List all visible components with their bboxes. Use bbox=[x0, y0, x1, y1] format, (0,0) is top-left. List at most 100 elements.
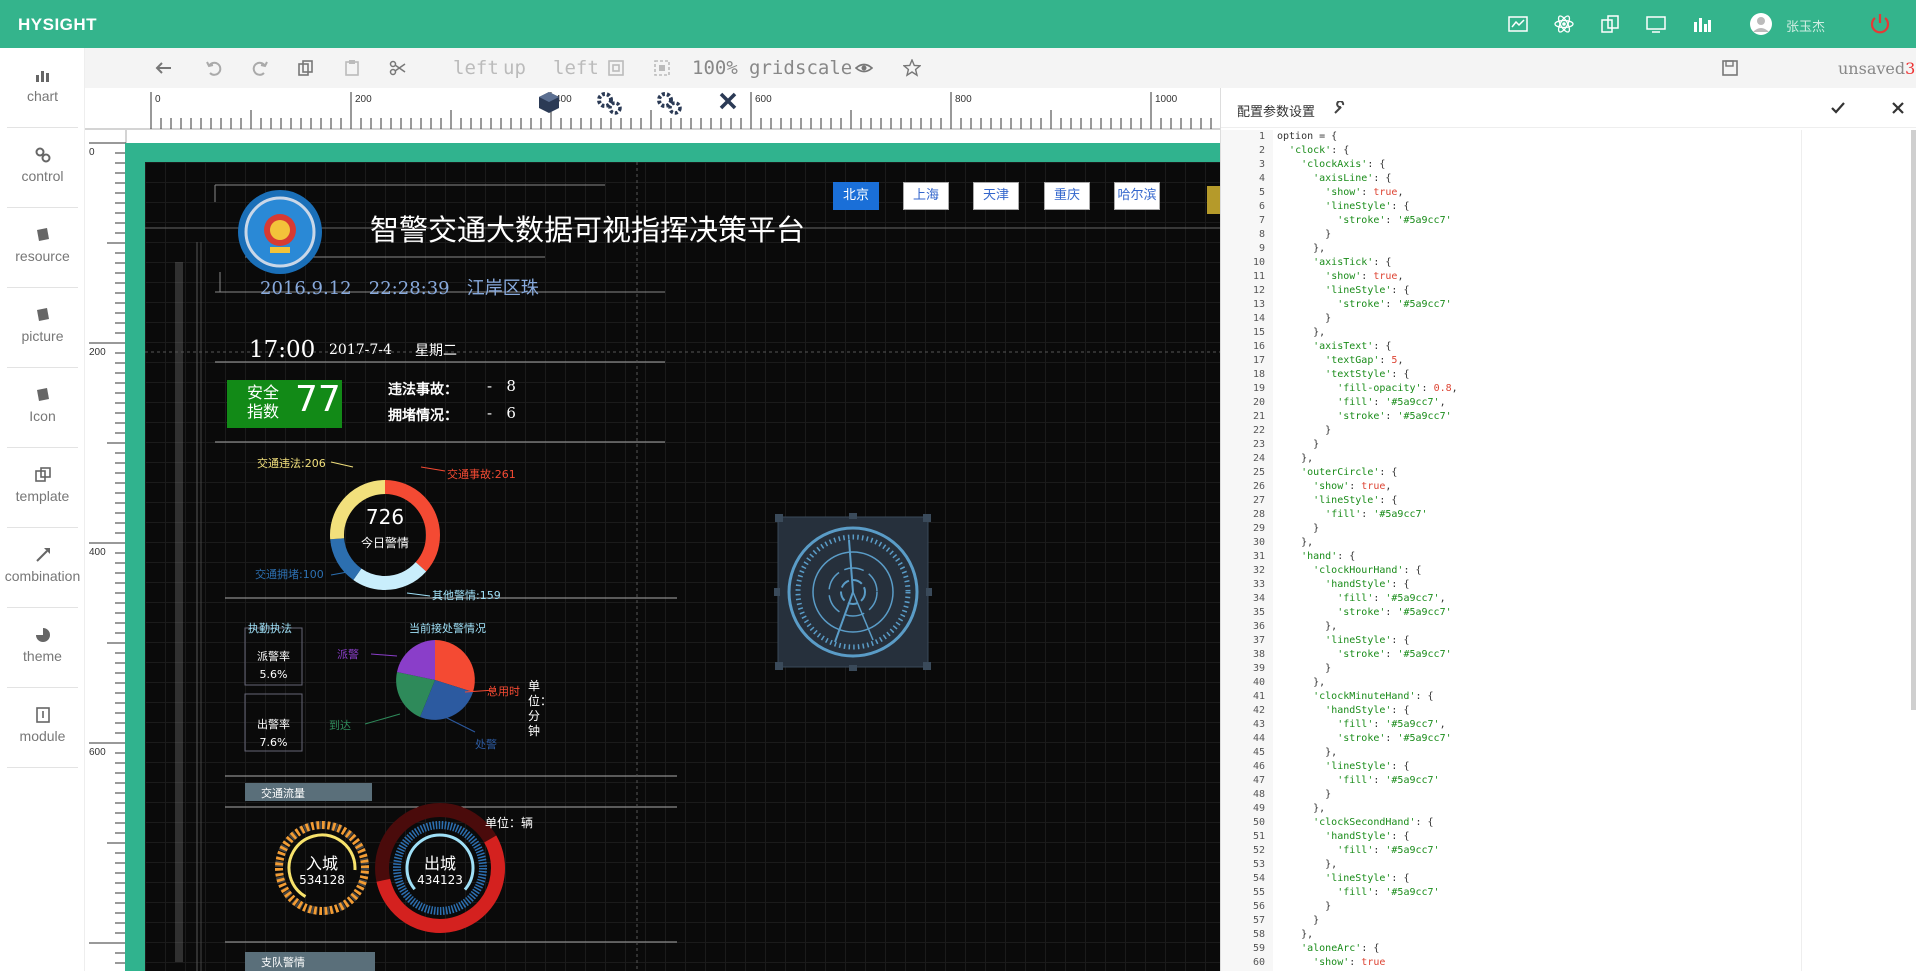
sidebar-item-resource[interactable]: resource bbox=[0, 208, 85, 288]
code-line[interactable]: }, bbox=[1277, 802, 1887, 816]
code-line[interactable]: }, bbox=[1277, 676, 1887, 690]
code-line[interactable]: 'lineStyle': { bbox=[1277, 872, 1887, 886]
ruler-top[interactable]: 0 200 400 600 800 1000 bbox=[85, 88, 1252, 130]
code-line[interactable]: 'handStyle': { bbox=[1277, 830, 1887, 844]
code-line[interactable]: 'stroke': '#5a9cc7' bbox=[1277, 732, 1887, 746]
code-line[interactable]: 'fill': '#5a9cc7', bbox=[1277, 592, 1887, 606]
align-up-button[interactable]: up bbox=[503, 57, 526, 79]
code-line[interactable]: } bbox=[1277, 438, 1887, 452]
code-line[interactable]: 'axisTick': { bbox=[1277, 256, 1887, 270]
zoom-level[interactable]: 100% bbox=[692, 57, 738, 79]
city-tab[interactable]: 上海 bbox=[903, 182, 949, 210]
code-line[interactable]: } bbox=[1277, 914, 1887, 928]
code-line[interactable]: 'stroke': '#5a9cc7' bbox=[1277, 214, 1887, 228]
code-line[interactable]: 'handStyle': { bbox=[1277, 704, 1887, 718]
code-line[interactable]: 'clockHourHand': { bbox=[1277, 564, 1887, 578]
sidebar-item-control[interactable]: control bbox=[0, 128, 85, 208]
redo-icon[interactable] bbox=[251, 59, 269, 77]
align-left-button[interactable]: left bbox=[453, 57, 499, 79]
code-line[interactable]: } bbox=[1277, 900, 1887, 914]
code-line[interactable]: }, bbox=[1277, 928, 1887, 942]
fit-icon[interactable] bbox=[607, 59, 625, 77]
atom-icon[interactable] bbox=[1554, 14, 1574, 34]
code-line[interactable]: 'clockAxis': { bbox=[1277, 158, 1887, 172]
code-line[interactable]: 'show': true, bbox=[1277, 186, 1887, 200]
star-icon[interactable] bbox=[903, 59, 921, 77]
editor-scrollbar[interactable] bbox=[1911, 130, 1916, 710]
code-line[interactable]: 'hand': { bbox=[1277, 550, 1887, 564]
code-line[interactable]: 'axisLine': { bbox=[1277, 172, 1887, 186]
code-line[interactable]: 'lineStyle': { bbox=[1277, 634, 1887, 648]
close-icon[interactable] bbox=[1891, 101, 1905, 115]
settings-icon[interactable] bbox=[597, 92, 622, 115]
code-line[interactable]: } bbox=[1277, 312, 1887, 326]
code-line[interactable]: 'aloneArc': { bbox=[1277, 942, 1887, 956]
settings-alt-icon[interactable] bbox=[657, 92, 682, 115]
code-line[interactable]: 'lineStyle': { bbox=[1277, 494, 1887, 508]
code-line[interactable]: 'stroke': '#5a9cc7' bbox=[1277, 606, 1887, 620]
code-line[interactable]: 'axisText': { bbox=[1277, 340, 1887, 354]
code-line[interactable]: 'lineStyle': { bbox=[1277, 200, 1887, 214]
code-line[interactable]: 'fill': '#5a9cc7', bbox=[1277, 396, 1887, 410]
code-line[interactable]: }, bbox=[1277, 746, 1887, 760]
code-line[interactable]: 'lineStyle': { bbox=[1277, 284, 1887, 298]
code-line[interactable]: }, bbox=[1277, 536, 1887, 550]
code-line[interactable]: 'clock': { bbox=[1277, 144, 1887, 158]
dashboard-canvas[interactable]: 智警交通大数据可视指挥决策平台 2016.9.12 22:28:39 江岸区珠 … bbox=[145, 162, 1220, 971]
city-tab[interactable]: 北京 bbox=[833, 182, 879, 210]
sidebar-item-combination[interactable]: combination bbox=[0, 528, 85, 608]
code-line[interactable]: } bbox=[1277, 228, 1887, 242]
arrow-left-icon[interactable] bbox=[155, 59, 173, 77]
avatar[interactable] bbox=[1750, 13, 1772, 35]
code-line[interactable]: 'show': true bbox=[1277, 956, 1887, 970]
code-line[interactable]: 'clockSecondHand': { bbox=[1277, 816, 1887, 830]
code-line[interactable]: } bbox=[1277, 424, 1887, 438]
sidebar-item-module[interactable]: module bbox=[0, 688, 85, 768]
check-icon[interactable] bbox=[1831, 101, 1845, 115]
grid-toggle[interactable]: grid bbox=[749, 57, 795, 79]
city-tab[interactable]: 天津 bbox=[973, 182, 1019, 210]
code-editor[interactable]: option = { 'clock': { 'clockAxis': { 'ax… bbox=[1277, 130, 1887, 971]
sidebar-item-theme[interactable]: theme bbox=[0, 608, 85, 688]
paste-icon[interactable] bbox=[343, 59, 361, 77]
code-line[interactable]: }, bbox=[1277, 620, 1887, 634]
code-line[interactable]: 'fill': '#5a9cc7' bbox=[1277, 508, 1887, 522]
monitor-icon[interactable] bbox=[1646, 14, 1666, 34]
code-line[interactable]: 'stroke': '#5a9cc7' bbox=[1277, 648, 1887, 662]
code-line[interactable]: 'handStyle': { bbox=[1277, 578, 1887, 592]
code-line[interactable]: 'fill': '#5a9cc7' bbox=[1277, 774, 1887, 788]
code-line[interactable]: 'fill': '#5a9cc7', bbox=[1277, 718, 1887, 732]
city-tab[interactable]: 重庆 bbox=[1044, 182, 1090, 210]
code-line[interactable]: }, bbox=[1277, 326, 1887, 340]
eye-icon[interactable] bbox=[855, 59, 873, 77]
code-line[interactable]: } bbox=[1277, 788, 1887, 802]
code-line[interactable]: 'textGap': 5, bbox=[1277, 354, 1887, 368]
sidebar-item-icon[interactable]: Icon bbox=[0, 368, 85, 448]
code-line[interactable]: }, bbox=[1277, 452, 1887, 466]
bar-chart-icon[interactable] bbox=[1692, 14, 1712, 34]
code-line[interactable]: 'fill': '#5a9cc7' bbox=[1277, 886, 1887, 900]
layers-icon[interactable] bbox=[1600, 14, 1620, 34]
ruler-left[interactable]: 0 200 400 600 bbox=[85, 130, 127, 971]
code-line[interactable]: }, bbox=[1277, 242, 1887, 256]
sidebar-item-template[interactable]: template bbox=[0, 448, 85, 528]
code-line[interactable]: 'stroke': '#5a9cc7' bbox=[1277, 410, 1887, 424]
code-line[interactable]: 'fill': '#5a9cc7' bbox=[1277, 844, 1887, 858]
code-line[interactable]: option = { bbox=[1277, 130, 1887, 144]
code-line[interactable]: 'lineStyle': { bbox=[1277, 760, 1887, 774]
clock-widget[interactable] bbox=[774, 513, 932, 671]
sidebar-item-chart[interactable]: chart bbox=[0, 48, 85, 128]
code-line[interactable]: 'stroke': '#5a9cc7' bbox=[1277, 298, 1887, 312]
code-line[interactable]: 'textStyle': { bbox=[1277, 368, 1887, 382]
sidebar-item-picture[interactable]: picture bbox=[0, 288, 85, 368]
code-line[interactable]: 'fill-opacity': 0.8, bbox=[1277, 382, 1887, 396]
city-tab[interactable]: 哈尔滨 bbox=[1114, 182, 1160, 210]
code-line[interactable]: 'show': true, bbox=[1277, 480, 1887, 494]
line-chart-icon[interactable] bbox=[1508, 14, 1528, 34]
code-line[interactable]: 'clockMinuteHand': { bbox=[1277, 690, 1887, 704]
code-line[interactable]: 'outerCircle': { bbox=[1277, 466, 1887, 480]
user-name[interactable]: 张玉杰 bbox=[1786, 16, 1825, 35]
code-line[interactable]: } bbox=[1277, 522, 1887, 536]
code-line[interactable]: }, bbox=[1277, 858, 1887, 872]
align-left-2-button[interactable]: left bbox=[553, 57, 599, 79]
